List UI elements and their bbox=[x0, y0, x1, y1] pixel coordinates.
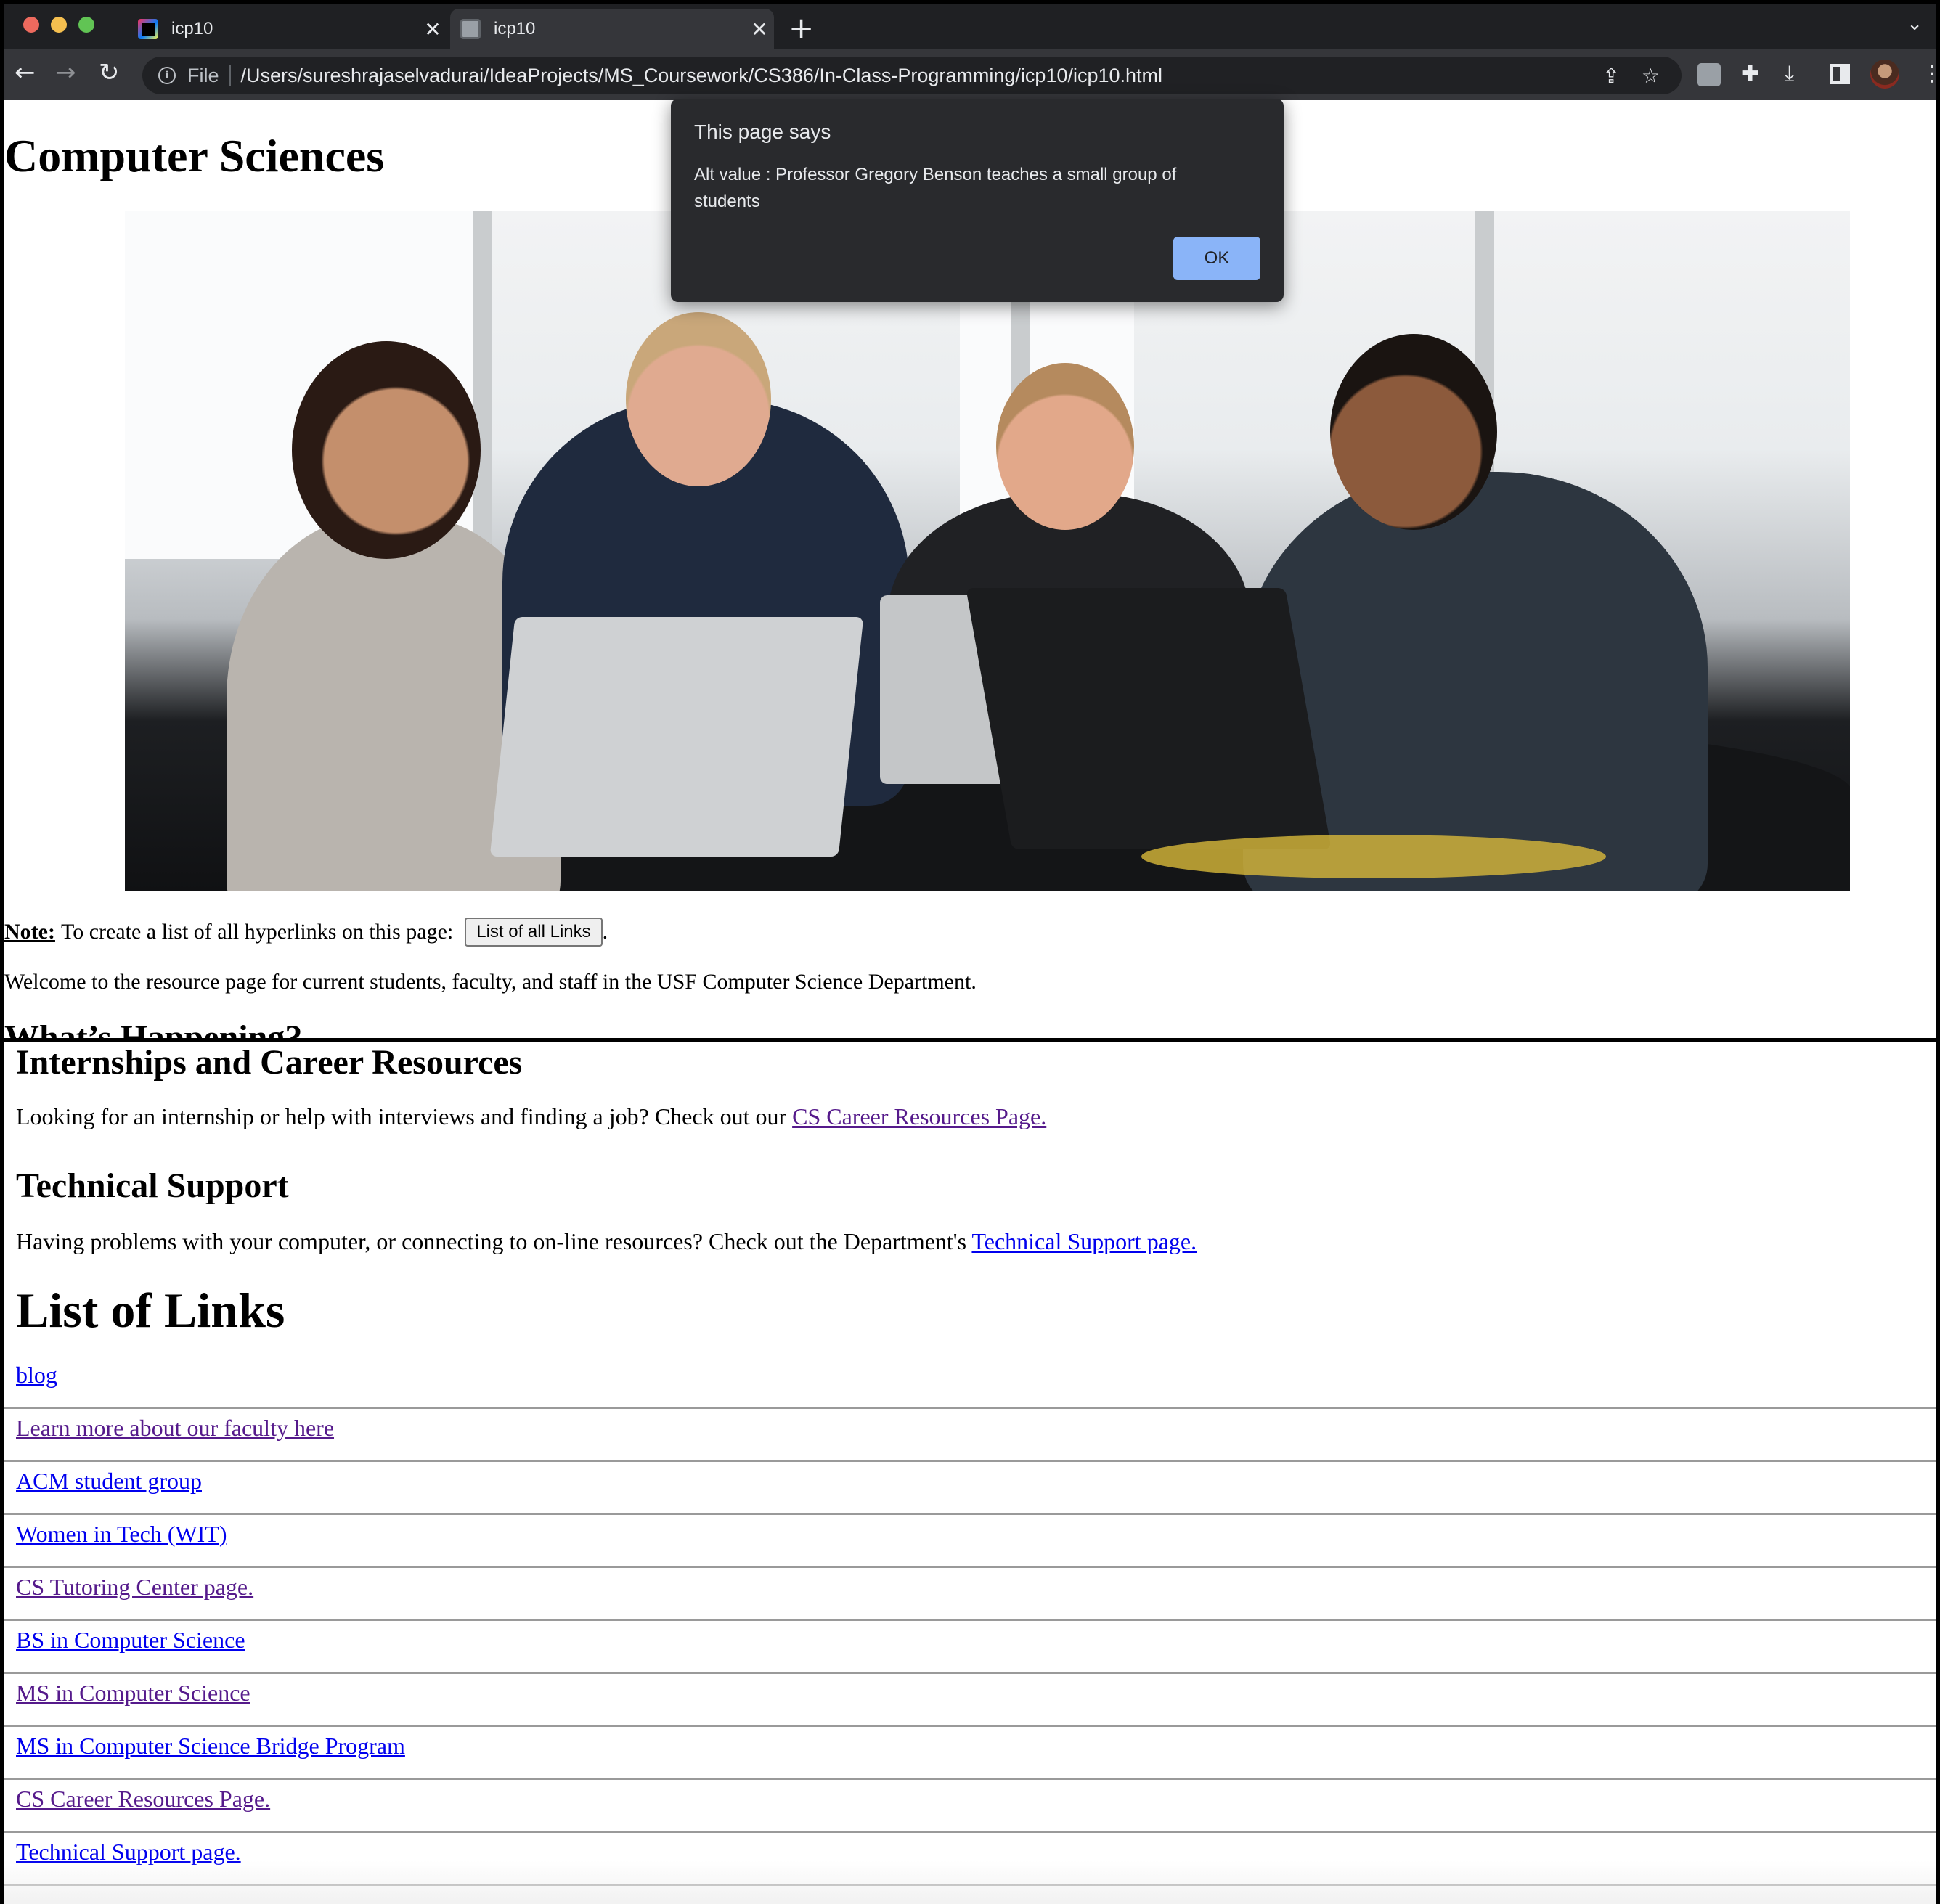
link-career[interactable]: CS Career Resources Page. bbox=[16, 1786, 270, 1813]
photo-person-student-right-head bbox=[1330, 334, 1497, 530]
photo-window-frame bbox=[473, 211, 492, 588]
bookmark-star-icon[interactable]: ☆ bbox=[1642, 64, 1660, 88]
link-wit[interactable]: Women in Tech (WIT) bbox=[16, 1521, 227, 1548]
whats-happening-heading: What’s Happening? bbox=[4, 1018, 303, 1038]
list-item: blog bbox=[4, 1356, 1936, 1409]
info-icon[interactable]: i bbox=[158, 67, 176, 84]
tab-close-icon[interactable]: ✕ bbox=[418, 17, 447, 41]
photo-laptop bbox=[489, 617, 864, 857]
internships-text: Looking for an internship or help with i… bbox=[16, 1103, 793, 1129]
tab-title: icp10 bbox=[171, 19, 213, 38]
welcome-text: Welcome to the resource page for current… bbox=[4, 970, 977, 994]
forward-arrow-icon[interactable]: → bbox=[55, 58, 76, 87]
tab-strip: icp10 ✕ icp10 ✕ + ⌄ bbox=[4, 4, 1936, 49]
link-blog[interactable]: blog bbox=[16, 1362, 57, 1389]
internships-paragraph: Looking for an internship or help with i… bbox=[16, 1103, 1046, 1130]
page-title: Computer Sciences bbox=[4, 130, 385, 181]
address-bar[interactable]: i File /Users/sureshrajaselvadurai/IdeaP… bbox=[142, 57, 1682, 94]
list-item: Women in Tech (WIT) bbox=[4, 1515, 1936, 1568]
photo-yellow-cables bbox=[1141, 835, 1606, 878]
note-line: Note: To create a list of all hyperlinks… bbox=[4, 918, 608, 947]
dialog-ok-button[interactable]: OK bbox=[1173, 237, 1260, 280]
extension-icon[interactable] bbox=[1698, 63, 1721, 86]
hero-photo bbox=[125, 211, 1850, 891]
download-icon[interactable]: ⤓ bbox=[1785, 61, 1794, 86]
list-item: ACM student group bbox=[4, 1462, 1936, 1515]
dialog-message: Alt value : Professor Gregory Benson tea… bbox=[694, 165, 1177, 211]
list-item: MS in Computer Science Bridge Program bbox=[4, 1727, 1936, 1780]
browser-window: icp10 ✕ icp10 ✕ + ⌄ ← → ↻ i File /Users/… bbox=[0, 0, 1940, 1038]
links-list: blog Learn more about our faculty here A… bbox=[4, 1356, 1936, 1886]
kebab-menu-icon[interactable]: ⋮ bbox=[1921, 61, 1936, 86]
photo-laptop-dark bbox=[966, 588, 1332, 849]
url-text[interactable]: /Users/sureshrajaselvadurai/IdeaProjects… bbox=[241, 65, 1603, 87]
internships-heading: Internships and Career Resources bbox=[16, 1043, 523, 1082]
link-ms-bridge[interactable]: MS in Computer Science Bridge Program bbox=[16, 1733, 405, 1760]
list-item: CS Career Resources Page. bbox=[4, 1780, 1936, 1833]
photo-person-woman-head bbox=[292, 341, 481, 559]
link-bs-cs[interactable]: BS in Computer Science bbox=[16, 1627, 245, 1654]
bottom-fade bbox=[4, 1860, 1936, 1904]
list-of-links-heading: List of Links bbox=[16, 1283, 285, 1338]
tab-icp10-active[interactable]: icp10 ✕ bbox=[450, 9, 774, 49]
tab-close-icon[interactable]: ✕ bbox=[745, 17, 774, 41]
back-arrow-icon[interactable]: ← bbox=[15, 58, 36, 87]
side-panel-icon[interactable] bbox=[1830, 64, 1850, 84]
globe-icon bbox=[460, 19, 481, 39]
list-item: BS in Computer Science bbox=[4, 1621, 1936, 1674]
tab-search-chevron-icon[interactable]: ⌄ bbox=[1907, 13, 1923, 35]
technical-support-link[interactable]: Technical Support page. bbox=[971, 1228, 1197, 1254]
dialog-title: This page says bbox=[694, 120, 831, 143]
intellij-icon bbox=[138, 19, 158, 39]
note-text: To create a list of all hyperlinks on th… bbox=[60, 920, 454, 944]
page-lower-section: Internships and Career Resources Looking… bbox=[0, 1042, 1940, 1904]
link-ms-cs[interactable]: MS in Computer Science bbox=[16, 1680, 250, 1707]
support-paragraph: Having problems with your computer, or c… bbox=[16, 1228, 1197, 1255]
browser-toolbar: ← → ↻ i File /Users/sureshrajaselvadurai… bbox=[4, 49, 1936, 100]
new-tab-button[interactable]: + bbox=[788, 10, 814, 46]
list-item: Learn more about our faculty here bbox=[4, 1409, 1936, 1462]
extensions-puzzle-icon[interactable]: ✚ bbox=[1741, 61, 1759, 86]
list-item: CS Tutoring Center page. bbox=[4, 1568, 1936, 1621]
note-end: . bbox=[602, 920, 608, 944]
photo-person-professor-head bbox=[626, 312, 771, 486]
support-text: Having problems with your computer, or c… bbox=[16, 1228, 972, 1254]
list-all-links-button[interactable]: List of all Links bbox=[465, 918, 603, 947]
photo-person-student-head bbox=[996, 363, 1134, 530]
list-item: MS in Computer Science bbox=[4, 1674, 1936, 1727]
alert-dialog: This page says Alt value : Professor Gre… bbox=[671, 99, 1284, 302]
link-tutoring[interactable]: CS Tutoring Center page. bbox=[16, 1574, 253, 1601]
link-faculty[interactable]: Learn more about our faculty here bbox=[16, 1415, 334, 1442]
scheme-label: File bbox=[187, 64, 219, 86]
note-label: Note: bbox=[4, 920, 55, 944]
technical-support-heading: Technical Support bbox=[16, 1166, 289, 1205]
tab-title: icp10 bbox=[494, 19, 536, 38]
career-resources-link[interactable]: CS Career Resources Page. bbox=[792, 1103, 1046, 1129]
reload-icon[interactable]: ↻ bbox=[99, 58, 120, 87]
profile-avatar[interactable] bbox=[1870, 60, 1899, 89]
maximize-window-button[interactable] bbox=[78, 17, 94, 33]
link-acm[interactable]: ACM student group bbox=[16, 1468, 202, 1495]
share-icon[interactable]: ⇪ bbox=[1602, 64, 1619, 88]
tab-icp10-ide[interactable]: icp10 ✕ bbox=[128, 9, 447, 49]
minimize-window-button[interactable] bbox=[51, 17, 67, 33]
close-window-button[interactable] bbox=[23, 17, 39, 33]
address-separator bbox=[229, 65, 231, 86]
